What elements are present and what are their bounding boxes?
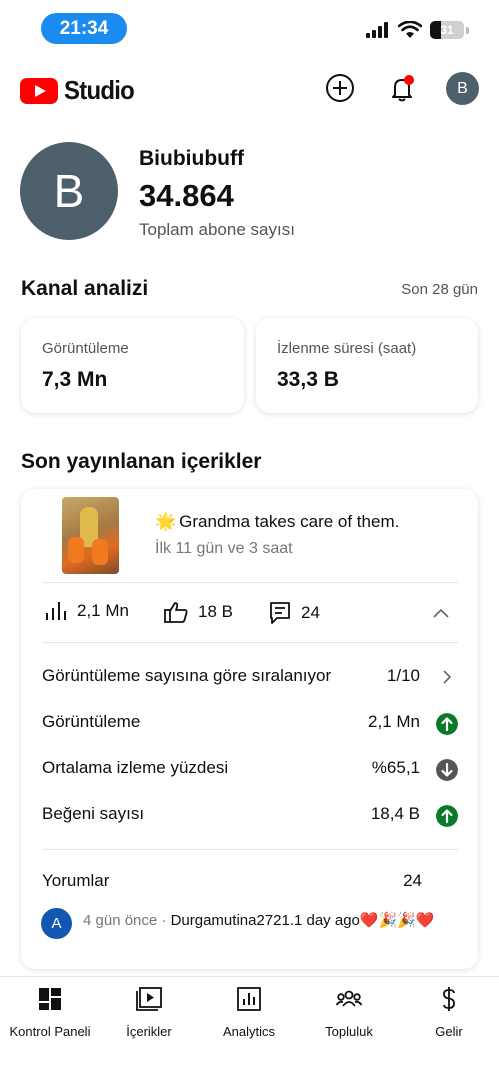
likes-row-value: 18,4 B [370,804,420,823]
status-bar: 21:34 31 [0,0,499,58]
comments-row[interactable]: Yorumlar 24 [42,871,458,895]
status-icons: 31 [366,21,469,39]
views-card-value: 7,3 Mn [42,368,108,391]
analytics-icon [237,987,261,1011]
nav-content[interactable]: İçerikler [99,985,199,1039]
bar-chart-icon [46,602,66,620]
nav-earn-label: Gelir [435,1024,463,1039]
community-icon [335,990,363,1007]
wifi-icon [398,21,422,38]
status-time: 21:34 [41,13,127,44]
sort-ranking-label: Görüntüleme sayısına göre sıralanıyor [42,666,332,685]
channel-name: Biubiubuff [139,147,244,170]
video-comments-metric: 24 [269,601,320,625]
comment-text: Durgamutina2721.1 day ago❤️🎉🎉❤️ [170,912,435,929]
channel-avatar: B [20,142,118,240]
avg-view-percent-label: Ortalama izleme yüzdesi [42,758,229,777]
divider [42,849,458,850]
comments-label: Yorumlar [42,871,110,890]
divider [42,582,458,583]
battery-icon: 31 [430,21,464,39]
video-age: İlk 11 gün ve 3 saat [155,540,293,557]
cellular-signal-icon [366,22,388,38]
trend-down-icon [436,759,458,781]
comment-separator: · [161,912,167,929]
sort-ranking-row[interactable]: Görüntüleme sayısına göre sıralanıyor 1/… [42,666,458,690]
nav-community-label: Topluluk [325,1024,373,1039]
divider [42,642,458,643]
views-row: Görüntüleme 2,1 Mn [42,712,458,736]
watch-time-card-label: İzlenme süresi (saat) [277,340,417,357]
video-title-text: Grandma takes care of them. [179,512,400,531]
nav-dashboard[interactable]: Kontrol Paneli [0,985,100,1039]
trend-up-icon [436,805,458,827]
video-likes-value: 18 B [198,602,233,621]
analytics-period: Son 28 gün [401,281,478,298]
recent-content-title: Son yayınlanan içerikler [21,450,262,473]
battery-level: 31 [440,23,454,37]
video-likes-metric: 18 B [164,601,233,623]
likes-row: Beğeni sayısı 18,4 B [42,804,458,828]
avg-view-percent-row: Ortalama izleme yüzdesi %65,1 [42,758,458,782]
views-row-label: Görüntüleme [42,712,141,731]
account-avatar[interactable]: B [446,72,479,105]
views-card-label: Görüntüleme [42,340,129,357]
commenter-avatar: A [41,908,72,939]
chevron-right-icon [443,670,452,684]
watch-time-card[interactable]: İzlenme süresi (saat) 33,3 B [256,318,478,413]
video-views-value: 2,1 Mn [77,601,129,620]
star-emoji-icon: 🌟 [155,512,177,531]
app-header: Studio B [0,65,499,113]
views-card[interactable]: Görüntüleme 7,3 Mn [21,318,244,413]
comment-preview[interactable]: 4 gün önce · Durgamutina2721.1 day ago❤️… [83,910,461,932]
likes-row-label: Beğeni sayısı [42,804,145,823]
dollar-icon [443,987,455,1011]
battery-nub [466,26,469,34]
comments-count: 24 [403,871,422,890]
youtube-play-icon [20,77,58,104]
recent-video-card: 🌟 Grandma takes care of them. İlk 11 gün… [21,489,478,969]
nav-content-label: İçerikler [126,1024,172,1039]
nav-analytics[interactable]: Analytics [199,985,299,1039]
video-views-metric: 2,1 Mn [45,601,129,621]
video-comments-value: 24 [301,603,320,622]
nav-analytics-label: Analytics [222,1024,276,1039]
logo-text: Studio [64,75,135,105]
views-row-value: 2,1 Mn [368,712,420,731]
dashboard-icon [39,988,61,1010]
channel-analytics-title: Kanal analizi [21,277,149,300]
bottom-navigation: Kontrol Paneli İçerikler Analytics Toplu… [0,976,499,1080]
trend-up-icon [436,713,458,735]
comment-time: 4 gün önce [83,912,158,929]
nav-dashboard-label: Kontrol Paneli [9,1024,91,1039]
nav-earn[interactable]: Gelir [399,985,499,1039]
comment-icon [270,602,290,624]
sort-ranking-value: 1/10 [386,666,420,685]
youtube-studio-logo[interactable]: Studio [20,75,140,106]
video-title[interactable]: 🌟 Grandma takes care of them. [155,512,399,532]
watch-time-card-value: 33,3 B [277,368,339,391]
create-button[interactable] [324,72,356,104]
video-thumbnail[interactable] [62,497,119,574]
subscriber-count: 34.864 [139,178,234,213]
avg-view-percent-value: %65,1 [371,758,420,777]
notifications-bell-icon[interactable] [386,72,418,104]
thumbs-up-icon [164,602,188,623]
content-icon [136,987,162,1011]
chevron-up-icon[interactable] [432,605,450,621]
subscriber-label: Toplam abone sayısı [139,220,295,239]
nav-community[interactable]: Topluluk [299,985,399,1039]
